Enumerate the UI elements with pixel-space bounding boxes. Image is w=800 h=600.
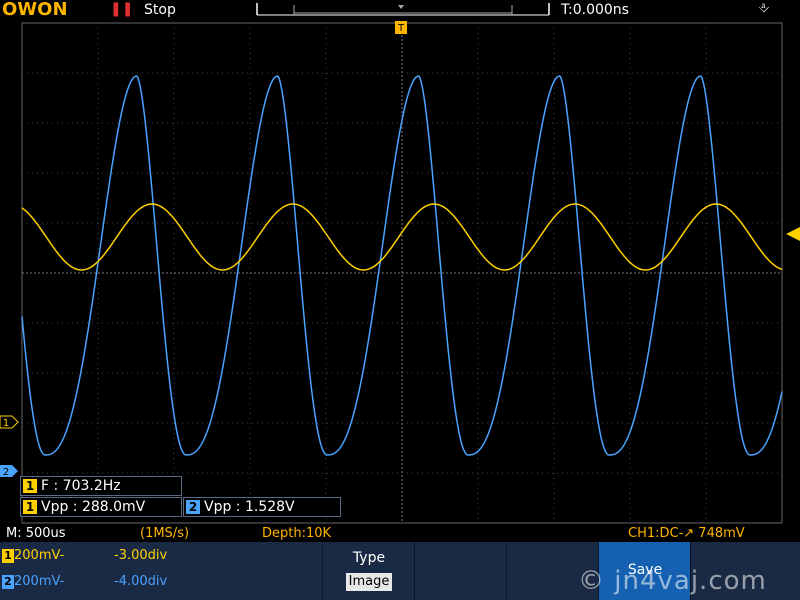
- ch2-badge: 2: [186, 500, 200, 514]
- record-depth: Depth:10K: [262, 526, 332, 541]
- graticule: [21, 22, 783, 524]
- trigger-info: CH1:DC-↗ 748mV: [628, 526, 745, 541]
- trigger-level-marker: [786, 227, 800, 241]
- ch2-volts-per-div: 200mV-: [14, 574, 65, 589]
- channel-settings-panel: 1 200mV- -3.00div 2 200mV- -4.00div: [0, 542, 322, 600]
- ch1-badge: 1: [23, 479, 37, 493]
- ch1-badge: 1: [2, 548, 14, 563]
- ch2-settings[interactable]: 2 200mV- -4.00div: [2, 574, 167, 589]
- ch1-position: -3.00div: [114, 548, 168, 563]
- measurement-text: F : 703.2Hz: [41, 478, 121, 494]
- ch1-volts-per-div: 200mV-: [14, 548, 65, 563]
- ch2-badge: 2: [2, 574, 14, 589]
- measurement-text: Vpp : 288.0mV: [41, 499, 146, 515]
- ch1-badge: 1: [23, 500, 37, 514]
- trigger-position-marker: T: [395, 21, 407, 34]
- usb-icon: ⎀: [758, 0, 770, 16]
- type-softkey[interactable]: Type Image: [322, 542, 414, 600]
- time-offset: T:0.000ns: [561, 2, 629, 18]
- brand-logo: OWON: [2, 0, 68, 20]
- status-bar: OWON ❚❚ Stop T:0.000ns ⎀: [0, 0, 800, 20]
- softkey-empty-2[interactable]: [414, 542, 506, 600]
- ch1-offset-marker: 1: [0, 415, 19, 429]
- svg-text:1: 1: [3, 418, 9, 429]
- svg-text:T: T: [397, 23, 405, 34]
- svg-text:2: 2: [3, 467, 9, 478]
- waveform-display[interactable]: T 1 2 1 F : 703.2Hz 1 Vpp : 288.0mV 2 Vp…: [0, 21, 800, 526]
- type-value: Image: [346, 573, 392, 591]
- measurement-ch1-vpp: 1 Vpp : 288.0mV: [20, 497, 182, 517]
- measurement-ch1-frequency: 1 F : 703.2Hz: [20, 476, 182, 496]
- run-state-label: Stop: [144, 2, 176, 18]
- measurement-ch2-vpp: 2 Vpp : 1.528V: [183, 497, 341, 517]
- waveform-plot: T 1 2: [0, 21, 800, 524]
- measurement-text: Vpp : 1.528V: [204, 499, 295, 515]
- acquisition-info-bar: M: 500us (1MS/s) Depth:10K CH1:DC-↗ 748m…: [0, 526, 800, 542]
- memory-position-bar[interactable]: [256, 2, 550, 16]
- ch2-position: -4.00div: [114, 574, 168, 589]
- ch2-offset-marker: 2: [0, 465, 18, 478]
- pause-icon[interactable]: ❚❚: [110, 1, 133, 17]
- ch1-settings[interactable]: 1 200mV- -3.00div: [2, 548, 167, 563]
- sample-rate: (1MS/s): [140, 526, 190, 541]
- type-label: Type: [352, 550, 386, 566]
- timebase: M: 500us: [6, 526, 66, 541]
- watermark: © jn4vaj.com: [578, 566, 767, 596]
